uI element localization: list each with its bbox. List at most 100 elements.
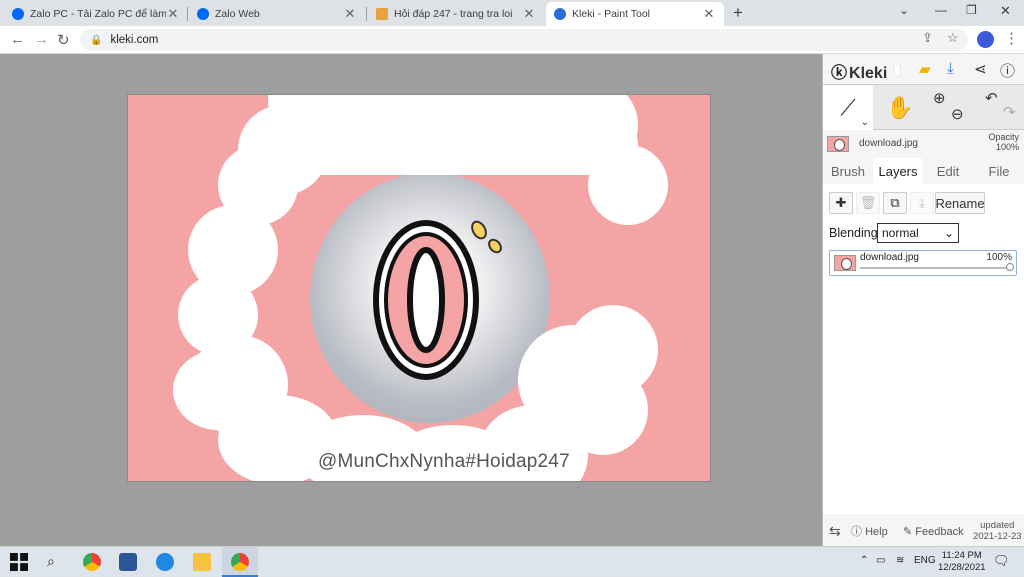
browser-tab-strip: Zalo PC - Tải Zalo PC để làm việc ✕ Zalo… [0, 0, 1024, 26]
updated-info: updated 2021-12-23 [973, 520, 1022, 542]
browser-menu-icon[interactable]: ⋮ [1004, 29, 1019, 47]
merge-down-button[interactable]: ⤓ [910, 192, 934, 214]
help-link[interactable]: ⓘ Help [851, 523, 888, 539]
undo-redo-buttons[interactable]: ↶ ↷ [975, 85, 1024, 130]
kleki-side-panel: ⓚ Kleki ▮ ▰ ⤓ ⋖ ⓘ ⟋ ⌄ ✋ ⊕ ⊖ ↶ ↷ download.j… [822, 54, 1024, 546]
chevron-down-icon: ⌄ [943, 226, 954, 240]
updated-date: 2021-12-23 [973, 531, 1022, 542]
date-text: 12/28/2021 [938, 562, 986, 573]
kleki-icon [554, 8, 566, 20]
layer-opacity: 100% [986, 252, 1012, 263]
lock-icon[interactable]: 🔒 [90, 35, 102, 46]
chevron-down-icon[interactable]: ⌄ [861, 117, 869, 128]
hoidap-icon [376, 8, 388, 20]
chrome-active-icon[interactable] [231, 553, 249, 571]
current-layer-header: download.jpg Opacity 100% [823, 132, 1024, 158]
share-icon[interactable]: ⇪ [922, 30, 933, 46]
hand-icon: ✋ [886, 94, 914, 120]
rename-button[interactable]: Rename [935, 192, 985, 214]
layer-item[interactable]: download.jpg 100% [829, 250, 1017, 276]
watermark-text: @MunChxNynha#Hoidap247 [318, 451, 570, 472]
url-text: kleki.com [110, 34, 159, 46]
battery-icon[interactable]: ▭ [876, 555, 885, 566]
bookmark-star-icon[interactable]: ☆ [947, 30, 959, 46]
add-layer-button[interactable]: ✚ [829, 192, 853, 214]
wifi-icon[interactable]: ≋ [896, 555, 904, 566]
chevron-up-icon[interactable]: ⌃ [860, 555, 868, 566]
updated-label: updated [980, 520, 1015, 531]
layer-thumbnail [834, 255, 856, 271]
cloud-shape [558, 365, 648, 455]
delete-layer-button[interactable]: 🗑 [856, 192, 880, 214]
time-text: 11:24 PM [941, 550, 982, 561]
language-indicator[interactable]: ENG [914, 555, 936, 566]
tab-hoidap247[interactable]: Hỏi đáp 247 - trang tra loi ✕ [368, 2, 544, 26]
blending-label: Blending [829, 226, 878, 240]
layer-name: download.jpg [860, 252, 919, 263]
forward-button[interactable]: → [34, 31, 49, 48]
reload-button[interactable]: ↻ [57, 31, 70, 49]
close-icon[interactable]: ✕ [343, 6, 357, 22]
notification-icon[interactable]: 🗨 [993, 553, 1010, 569]
layers-tab-content: ✚ 🗑 ⧉ ⤓ Rename Blending normal ⌄ downloa… [823, 184, 1024, 514]
tab-zalo-pc[interactable]: Zalo PC - Tải Zalo PC để làm việc ✕ [4, 2, 188, 26]
duplicate-layer-button[interactable]: ⧉ [883, 192, 907, 214]
tab-title: Zalo Web [215, 8, 260, 20]
new-image-icon[interactable]: ▮ [893, 60, 901, 78]
drawing-canvas[interactable]: @MunChxNynha#Hoidap247 [127, 94, 711, 482]
trash-icon: 🗑 [859, 195, 877, 210]
tab-zalo-web[interactable]: Zalo Web ✕ [189, 2, 365, 26]
chrome-icon[interactable] [83, 553, 101, 571]
help-icon[interactable]: ⓘ [1000, 60, 1015, 81]
browser-toolbar: ← → ↻ 🔒 kleki.com ⇪ ☆ ⋮ [0, 26, 1024, 54]
tab-kleki[interactable]: Kleki - Paint Tool ✕ [546, 2, 724, 26]
panel-tabs: Brush Layers Edit File [823, 158, 1024, 184]
canvas-workspace[interactable]: @MunChxNynha#Hoidap247 [0, 54, 822, 546]
tab-divider [366, 7, 367, 21]
edge-icon[interactable] [156, 553, 174, 571]
tab-layers[interactable]: Layers [873, 158, 923, 184]
swap-side-icon[interactable]: ⇆ [829, 523, 841, 540]
windows-start-icon[interactable] [10, 553, 28, 571]
tab-edit[interactable]: Edit [923, 158, 973, 184]
opacity-label: Opacity [988, 132, 1019, 142]
tab-title: Kleki - Paint Tool [572, 8, 651, 20]
feedback-link[interactable]: ✎ Feedback [903, 525, 964, 538]
share-icon[interactable]: ⋖ [974, 60, 987, 78]
brush-tool-button[interactable]: ⟋ ⌄ [823, 85, 873, 130]
redo-icon[interactable]: ↷ [1003, 103, 1016, 121]
zoom-in-icon[interactable]: ⊕ [933, 89, 946, 107]
zalo-icon [197, 8, 209, 20]
hand-tool-button[interactable]: ✋ [875, 85, 925, 130]
zero-drawing [373, 220, 502, 380]
tool-row: ⟋ ⌄ ✋ ⊕ ⊖ ↶ ↷ [823, 84, 1024, 130]
store-icon[interactable] [119, 553, 137, 571]
layer-opacity-slider[interactable] [860, 267, 1010, 269]
open-folder-icon[interactable]: ▰ [919, 60, 931, 78]
file-explorer-icon[interactable] [193, 553, 211, 571]
minimize-button[interactable]: — [935, 3, 947, 17]
blending-select[interactable]: normal ⌄ [877, 223, 959, 243]
tab-search-icon[interactable]: ⌄ [899, 3, 909, 17]
tab-title: Zalo PC - Tải Zalo PC để làm việc [30, 8, 166, 20]
clock[interactable]: 11:24 PM 12/28/2021 [938, 550, 986, 574]
restore-button[interactable]: ❐ [966, 3, 977, 17]
close-icon[interactable]: ✕ [166, 6, 180, 22]
zoom-buttons[interactable]: ⊕ ⊖ [927, 85, 973, 130]
tab-file[interactable]: File [973, 158, 1024, 184]
close-icon[interactable]: ✕ [702, 6, 716, 22]
zoom-out-icon[interactable]: ⊖ [951, 105, 964, 123]
slider-handle[interactable] [1006, 263, 1014, 271]
close-icon[interactable]: ✕ [522, 6, 536, 22]
download-icon[interactable]: ⤓ [947, 60, 954, 77]
address-bar[interactable]: 🔒 kleki.com [80, 29, 968, 51]
back-button[interactable]: ← [10, 31, 25, 48]
close-window-button[interactable]: ✕ [1000, 3, 1011, 19]
tab-brush[interactable]: Brush [823, 158, 873, 184]
blending-value: normal [882, 226, 919, 240]
new-tab-button[interactable]: + [733, 3, 743, 23]
search-icon[interactable]: ⌕ [47, 553, 65, 571]
profile-avatar[interactable] [977, 31, 994, 48]
undo-icon[interactable]: ↶ [985, 89, 998, 107]
panel-footer: ⇆ ⓘ Help ✎ Feedback updated 2021-12-23 [823, 516, 1024, 546]
